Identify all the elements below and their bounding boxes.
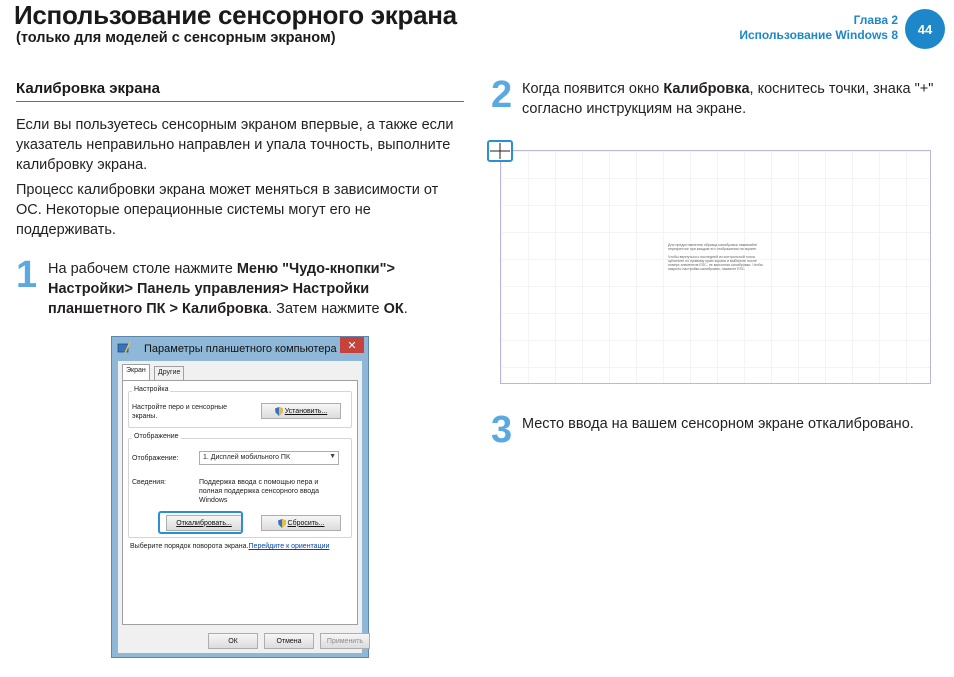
note-paragraph: Процесс калибровки экрана может меняться… <box>16 182 439 238</box>
reset-button[interactable]: Сбросить... <box>261 515 341 531</box>
display-select[interactable]: 1. Дисплей мобильного ПК ▼ <box>199 451 339 465</box>
info-text: Поддержка ввода с помощью пера и полная … <box>199 479 320 504</box>
tab-screen[interactable]: Экран <box>122 364 150 380</box>
uac-shield-icon <box>277 518 286 528</box>
dialog-body: Экран Другие Настройка Настройте перо и … <box>118 361 370 653</box>
settings-group-label: Настройка <box>132 386 171 393</box>
page-number-badge: 44 <box>905 9 945 49</box>
section-heading: Калибровка экрана <box>16 80 160 97</box>
ok-button[interactable]: ОК <box>208 633 258 649</box>
cancel-button[interactable]: Отмена <box>264 633 314 649</box>
display-group-label: Отображение <box>132 433 181 440</box>
tab-panel: Настройка Настройте перо и сенсорные экр… <box>122 380 358 625</box>
settings-text: Настройте перо и сенсорные экраны. <box>132 404 227 420</box>
setup-button[interactable]: Установить... <box>261 403 341 419</box>
chapter-info: Глава 2 Использование Windows 8 <box>739 13 898 43</box>
apply-button[interactable]: Применить <box>320 633 370 649</box>
dialog-titlebar[interactable]: Параметры планшетного компьютера ✕ <box>112 337 368 361</box>
info-label: Сведения: <box>132 479 166 486</box>
uac-shield-icon <box>274 406 283 416</box>
chapter-label: Глава 2 <box>853 13 898 27</box>
step-3-number: 3 <box>491 409 513 451</box>
rotation-link[interactable]: Перейдите к ориентации <box>249 543 330 550</box>
dialog-title: Параметры планшетного компьютера <box>144 343 337 355</box>
chapter-title: Использование Windows 8 <box>739 28 898 42</box>
rotation-text: Выберите порядок поворота экрана.Перейди… <box>130 543 330 550</box>
calibrate-highlight <box>158 511 243 534</box>
calibration-instructions: Для предоставления образца калибровки на… <box>668 243 764 272</box>
section-divider <box>16 101 464 102</box>
page-subtitle: (только для моделей с сенсорным экраном) <box>16 30 336 46</box>
tablet-settings-dialog: Параметры планшетного компьютера ✕ Экран… <box>111 336 370 658</box>
crosshair-icon <box>490 143 510 159</box>
crosshair-target[interactable] <box>487 140 513 162</box>
chevron-down-icon: ▼ <box>329 453 336 460</box>
step-3-text: Место ввода на вашем сенсорном экране от… <box>522 416 914 432</box>
step-1-number: 1 <box>16 254 38 296</box>
display-label: Отображение: <box>132 455 179 462</box>
tablet-pc-icon <box>117 341 131 354</box>
tab-other[interactable]: Другие <box>154 366 185 380</box>
page-title: Использование сенсорного экрана <box>14 0 457 30</box>
intro-paragraph: Если вы пользуетесь сенсорным экраном вп… <box>16 117 454 173</box>
step-2-number: 2 <box>491 74 513 116</box>
step-1-text: На рабочем столе нажмите Меню "Чудо-кноп… <box>48 261 408 317</box>
step-2-text: Когда появится окно Калибровка, коснитес… <box>522 81 934 117</box>
close-button[interactable]: ✕ <box>340 337 364 353</box>
